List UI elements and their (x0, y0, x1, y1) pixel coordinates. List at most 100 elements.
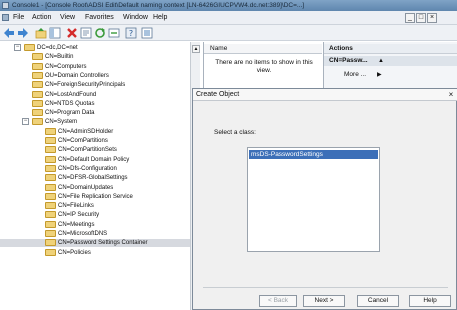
tree-item-label: CN=Computers (45, 63, 87, 70)
tree-item-label: CN=FileLinks (58, 203, 94, 210)
back-icon[interactable] (3, 27, 15, 39)
expander-icon[interactable]: − (22, 118, 29, 126)
more-actions-label: More ... (344, 71, 367, 78)
folder-icon (45, 239, 56, 247)
tree-item-label: CN=ForeignSecurityPrincipals (45, 82, 126, 89)
tree-item[interactable]: CN=LostAndFound (0, 90, 190, 99)
menu-help[interactable]: Help (153, 13, 167, 23)
tree-item[interactable]: CN=ComPartitions (0, 137, 190, 145)
cancel-button[interactable]: Cancel (357, 295, 399, 307)
menu-file[interactable]: File (13, 13, 24, 23)
up-folder-icon[interactable] (35, 27, 47, 39)
tree-item[interactable]: CN=Password Settings Container (0, 239, 190, 248)
menu-bar: File Action View Favorites Window Help _… (0, 11, 457, 25)
tree-item-label: CN=MicrosoftDNS (58, 231, 108, 237)
refresh-icon[interactable] (94, 27, 106, 39)
tree-item-label: CN=Default Domain Policy (58, 156, 130, 163)
show-hide-tree-icon[interactable] (49, 27, 61, 39)
folder-icon (45, 164, 56, 172)
menu-favorites[interactable]: Favorites (85, 13, 114, 23)
tree-item[interactable]: CN=Dfs-Configuration (0, 164, 190, 173)
tree-item-label: CN=Meetings (58, 221, 95, 228)
tree-item[interactable]: CN=NTDS Quotas (0, 99, 190, 108)
scroll-up-arrow-icon[interactable]: ▲ (192, 45, 200, 53)
actions-pane: Actions CN=Passw... ▲ More ... ▶ (323, 42, 457, 92)
tree-item[interactable]: CN=FileLinks (0, 202, 190, 210)
tree-item[interactable]: CN=Program Data (0, 109, 190, 117)
tree-item-label: CN=DFSR-GlobalSettings (58, 175, 128, 182)
close-icon[interactable]: × (446, 89, 456, 101)
tree-item-label: CN=Dfs-Configuration (58, 165, 117, 172)
tree-item-label: CN=ComPartitionSets (58, 147, 117, 154)
tree-item[interactable]: CN=ForeignSecurityPrincipals (0, 81, 190, 89)
folder-icon (45, 127, 56, 135)
tree-item[interactable]: − CN=System (0, 118, 190, 126)
tree-item[interactable]: CN=DomainUpdates (0, 183, 190, 192)
folder-icon (32, 62, 43, 70)
mmc-icon[interactable] (2, 14, 9, 21)
tree-item[interactable]: CN=IP Security (0, 211, 190, 219)
folder-icon (45, 137, 56, 144)
tree-item[interactable]: CN=Computers (0, 62, 190, 71)
tree-item[interactable]: CN=MicrosoftDNS (0, 230, 190, 238)
delete-icon[interactable] (66, 27, 78, 39)
tree-item[interactable]: CN=File Replication Service (0, 192, 190, 201)
mdi-minimize-button[interactable]: _ (405, 13, 415, 23)
menu-view[interactable]: View (60, 13, 75, 23)
tree-item[interactable]: − DC=dc,DC=net (0, 44, 190, 52)
tree-item-label: CN=LostAndFound (45, 91, 97, 98)
folder-icon (45, 230, 56, 237)
tree-pane: − DC=dc,DC=net CN=Builtin CN=Computers OU=Do… (0, 42, 200, 310)
tree-item[interactable]: OU=Domain Controllers (0, 71, 190, 80)
properties-icon[interactable] (80, 27, 92, 39)
properties-sheet-icon[interactable] (141, 27, 153, 39)
console-app-icon (2, 2, 9, 9)
folder-icon (32, 99, 43, 107)
menu-window[interactable]: Window (123, 13, 148, 23)
svg-text:?: ? (129, 29, 133, 38)
title-bar: Console1 - [Console Root\ADSI Edit\Defau… (0, 0, 457, 11)
tree-item-label: CN=NTDS Quotas (45, 100, 95, 107)
dialog-separator (203, 287, 448, 288)
expander-icon[interactable]: − (14, 44, 21, 51)
select-class-label: Select a class: (214, 129, 256, 136)
dialog-title: Create Object (196, 91, 240, 98)
class-listbox[interactable]: msDS-PasswordSettings (247, 147, 380, 252)
tree-item[interactable]: CN=Policies (0, 248, 190, 257)
tree-item-label: CN=DomainUpdates (58, 184, 114, 191)
tree-item-label: DC=dc,DC=net (37, 45, 78, 51)
tree-item[interactable]: CN=ComPartitionSets (0, 146, 190, 154)
folder-icon (45, 211, 56, 219)
class-list-item[interactable]: msDS-PasswordSettings (249, 150, 378, 159)
name-column-header[interactable]: Name (204, 44, 322, 54)
tree-item-label: CN=AdminSDHolder (58, 128, 114, 135)
tree-item[interactable]: CN=AdminSDHolder (0, 127, 190, 136)
actions-selected-object-label: CN=Passw... (329, 57, 368, 64)
tree-item[interactable]: CN=Builtin (0, 53, 190, 61)
help-button[interactable]: Help (409, 295, 451, 307)
menu-action[interactable]: Action (32, 13, 51, 23)
folder-icon (32, 71, 43, 79)
help-icon[interactable]: ? (125, 27, 137, 39)
folder-icon (32, 118, 43, 126)
folder-icon (45, 174, 56, 182)
tree-item[interactable]: CN=DFSR-GlobalSettings (0, 174, 190, 182)
export-icon[interactable] (108, 27, 120, 39)
forward-icon[interactable] (17, 27, 29, 39)
actions-selected-object[interactable]: CN=Passw... ▲ (324, 56, 457, 66)
folder-icon (45, 183, 56, 191)
next-button[interactable]: Next > (303, 295, 345, 307)
mdi-controls: _ □ × (405, 13, 437, 23)
folder-icon (45, 155, 56, 163)
tree-item-label: CN=System (45, 119, 78, 126)
more-actions-item[interactable]: More ... ▶ (344, 70, 382, 80)
tree-item[interactable]: CN=Default Domain Policy (0, 155, 190, 164)
folder-icon (32, 90, 43, 98)
tree-item-label: CN=IP Security (58, 212, 100, 219)
back-button[interactable]: < Back (259, 295, 297, 307)
mdi-close-button[interactable]: × (427, 13, 437, 23)
create-object-dialog: Create Object × Select a class: msDS-Pas… (192, 88, 457, 310)
collapse-arrow-icon[interactable]: ▲ (378, 56, 384, 66)
tree-item[interactable]: CN=Meetings (0, 220, 190, 229)
mdi-restore-button[interactable]: □ (416, 13, 426, 23)
